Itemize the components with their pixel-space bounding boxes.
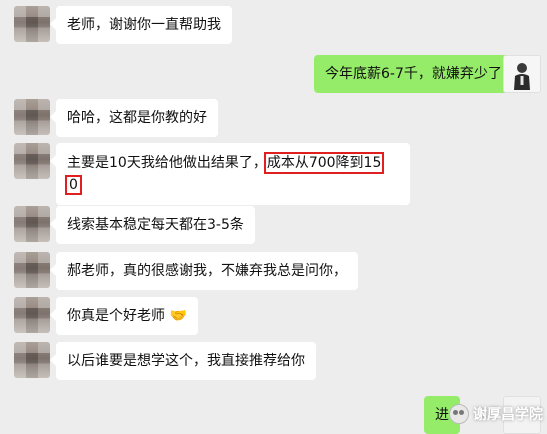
message-bubble[interactable]: 今年底薪6-7千，就嫌弃少了 — [314, 55, 519, 93]
highlighted-text: 成本从700降到15 — [263, 152, 385, 174]
message-bubble[interactable]: 线索基本稳定每天都在3-5条 — [50, 206, 255, 244]
avatar[interactable] — [14, 99, 50, 135]
message-bubble[interactable]: 哈哈，这都是你教的好 — [50, 99, 218, 137]
avatar[interactable] — [14, 342, 50, 378]
avatar[interactable] — [14, 252, 50, 288]
avatar[interactable] — [14, 143, 50, 179]
message-text: 哈哈，这都是你教的好 — [67, 110, 207, 126]
message-text: 郝老师，真的很感谢我，不嫌弃我总是问你， — [67, 263, 347, 279]
message-text: 今年底薪6-7千，就嫌弃少了 — [325, 66, 502, 82]
message-text: 以后谁要是想学这个，我直接推荐给你 — [67, 353, 305, 369]
avatar[interactable] — [14, 206, 50, 242]
wechat-icon — [449, 404, 469, 424]
message-bubble[interactable]: 你真是个好老师 🤝 — [50, 297, 198, 335]
message-text: 线索基本稳定每天都在3-5条 — [67, 217, 244, 233]
watermark-text: 谢厚昌学院 — [473, 407, 543, 423]
watermark: 谢厚昌学院 — [449, 399, 547, 429]
avatar[interactable] — [14, 6, 50, 42]
message-bubble[interactable]: 老师，谢谢你一直帮助我 — [50, 6, 232, 44]
message-text: 主要是10天我给他做出结果了， — [67, 155, 267, 171]
person-icon — [504, 56, 540, 92]
message-text: 进 — [435, 407, 449, 423]
message-bubble[interactable]: 以后谁要是想学这个，我直接推荐给你 — [50, 342, 316, 380]
avatar[interactable] — [14, 297, 50, 333]
message-bubble[interactable]: 郝老师，真的很感谢我，不嫌弃我总是问你， — [50, 252, 358, 290]
message-text: 老师，谢谢你一直帮助我 — [67, 17, 221, 33]
handshake-emoji-icon: 🤝 — [169, 308, 187, 324]
highlighted-text-continued: 0 — [65, 175, 82, 195]
message-text: 你真是个好老师 — [67, 308, 165, 324]
avatar[interactable] — [503, 55, 541, 93]
message-bubble[interactable]: 主要是10天我给他做出结果了，成本从700降到15 0 — [50, 143, 410, 205]
